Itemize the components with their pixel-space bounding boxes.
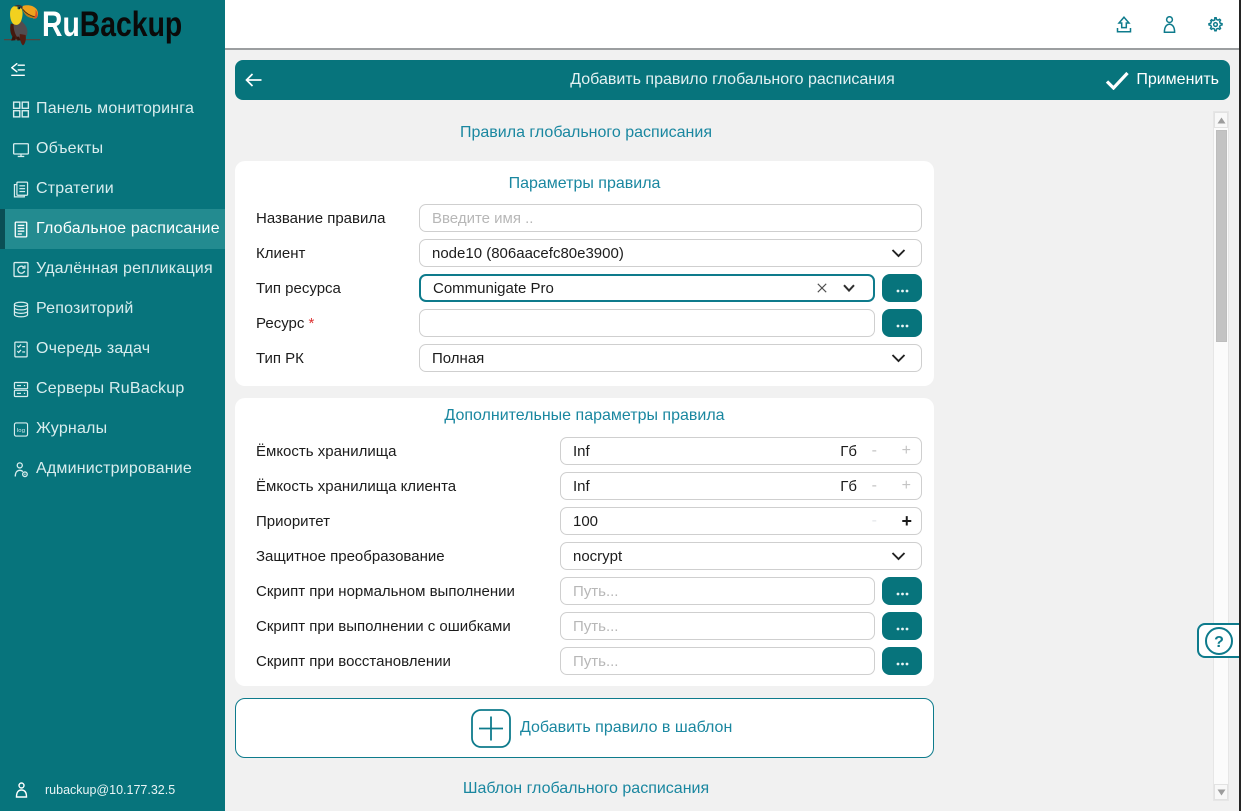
svg-text:?: ? [1214, 634, 1224, 651]
svg-text:log: log [17, 427, 25, 433]
